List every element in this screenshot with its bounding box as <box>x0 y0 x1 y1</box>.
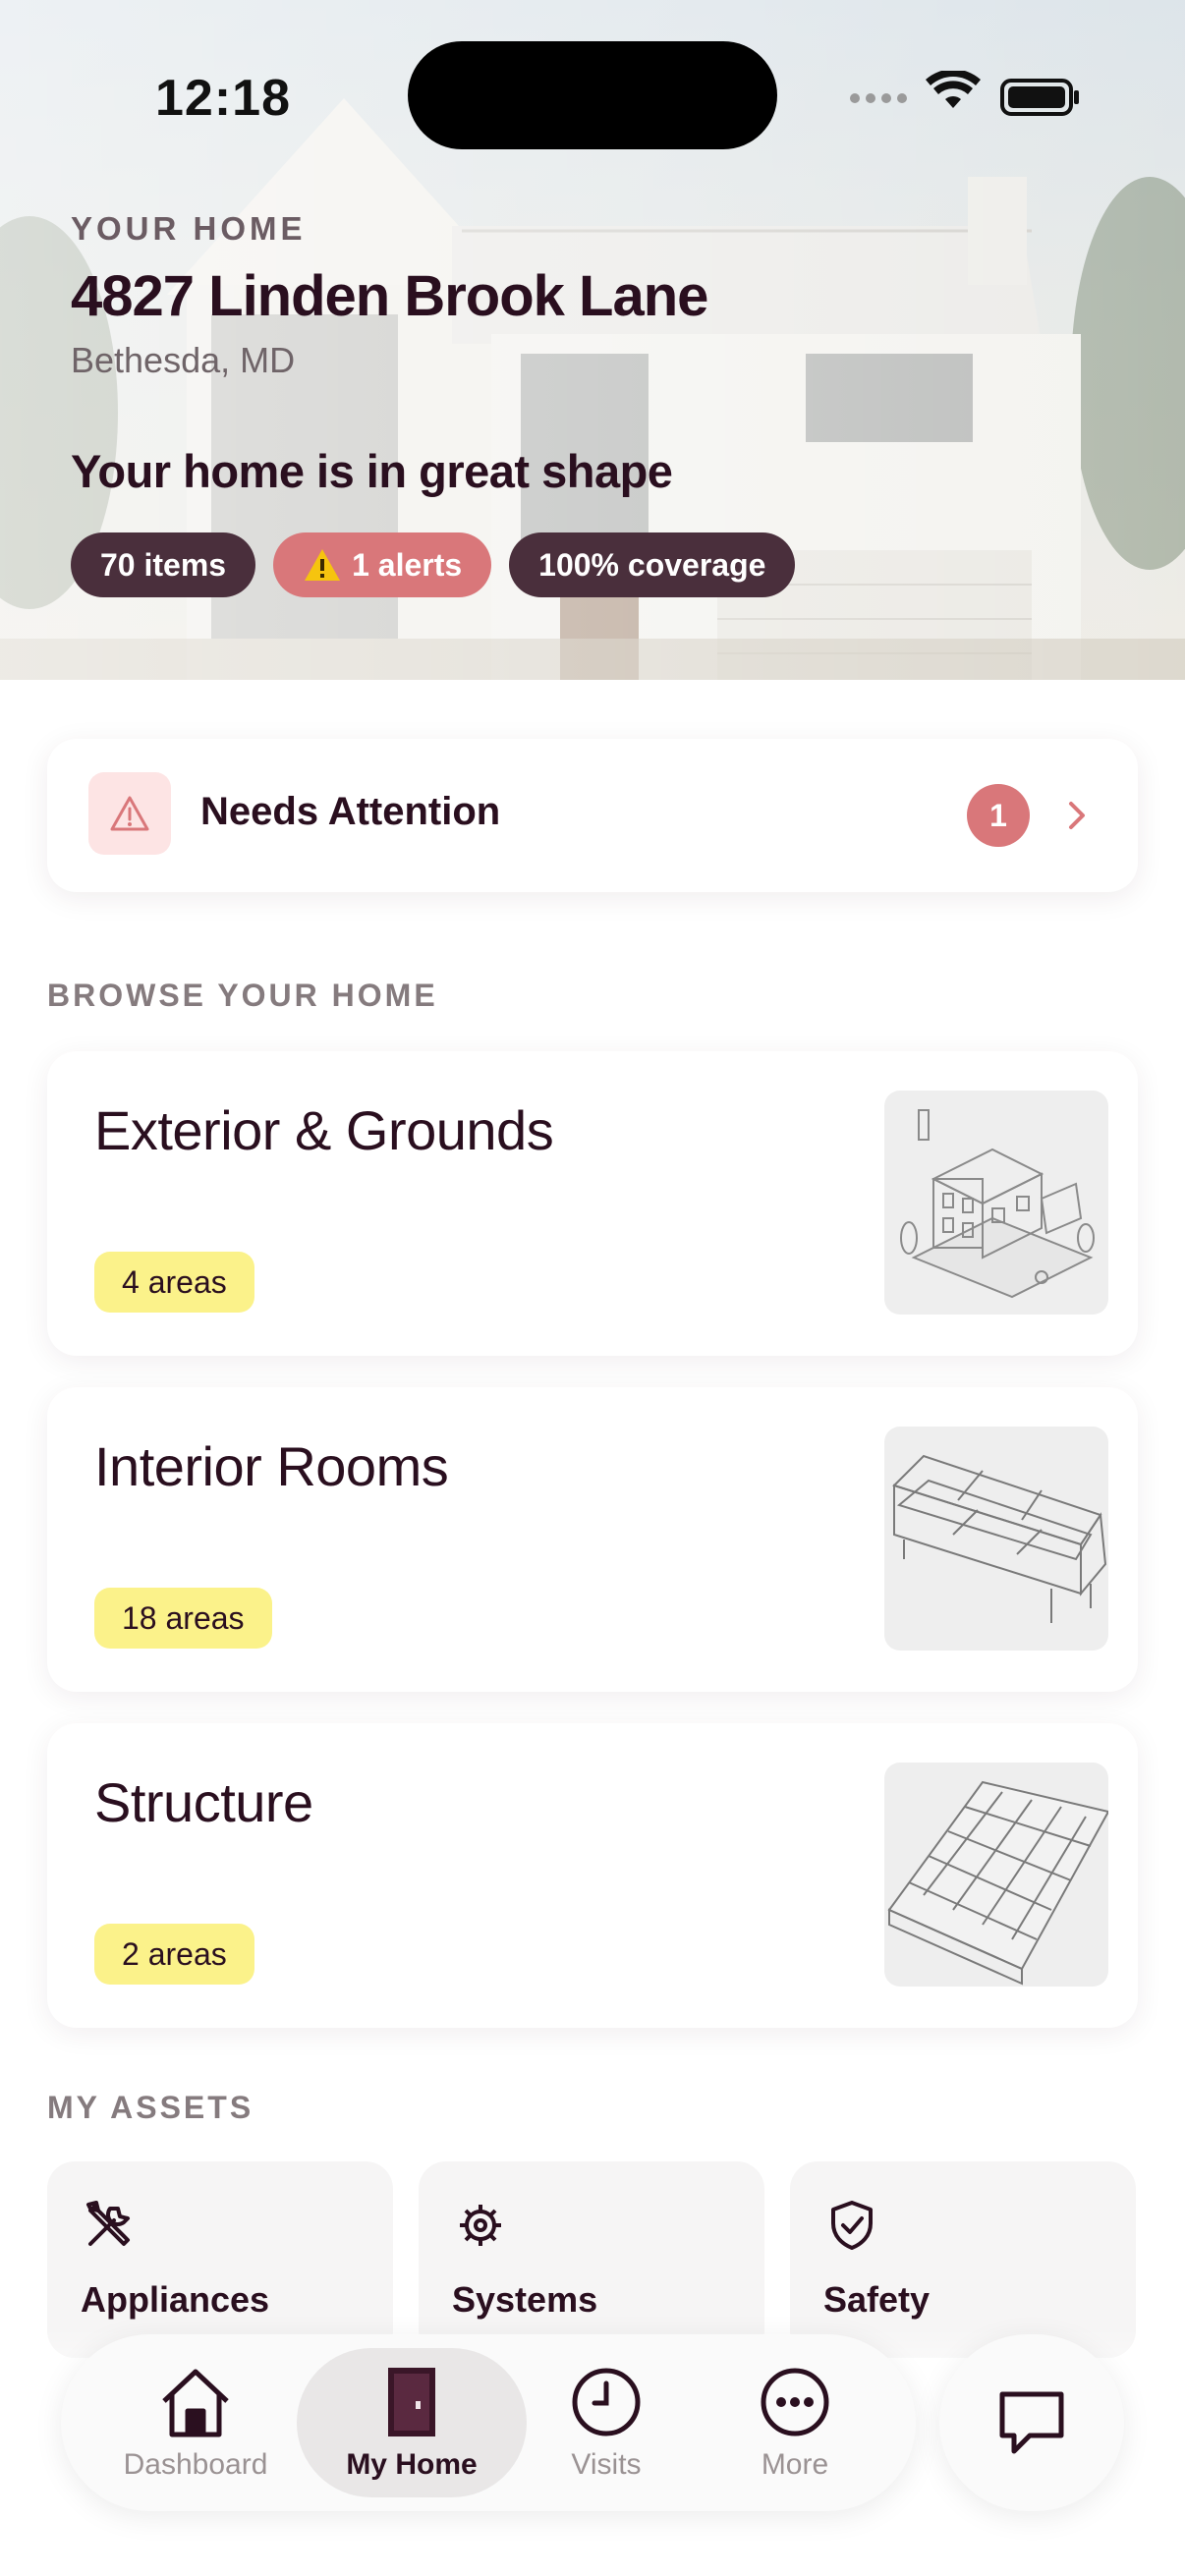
status-time: 12:18 <box>155 70 291 127</box>
wifi-icon <box>926 71 981 108</box>
chat-bubble-icon <box>999 2391 1064 2454</box>
nav-label: More <box>761 2448 829 2481</box>
browse-card-interior[interactable]: Interior Rooms 18 areas <box>47 1387 1138 1692</box>
home-location: Bethesda, MD <box>71 340 296 380</box>
asset-label: Safety <box>823 2279 931 2320</box>
bottom-nav: Dashboard My Home Visits More <box>61 2334 916 2511</box>
card-title: Interior Rooms <box>94 1435 449 1497</box>
areas-tag: 4 areas <box>94 1252 254 1313</box>
sofa-illustration <box>884 1427 1108 1651</box>
coverage-label: 100% coverage <box>538 546 766 583</box>
areas-tag: 2 areas <box>94 1924 254 1985</box>
gear-icon <box>460 2205 501 2246</box>
dynamic-island <box>408 41 777 149</box>
needs-attention-count-badge: 1 <box>967 784 1030 847</box>
needs-attention-label: Needs Attention <box>200 790 501 833</box>
card-title: Structure <box>94 1771 313 1833</box>
browse-section-title: BROWSE YOUR HOME <box>47 978 438 1013</box>
coverage-pill[interactable]: 100% coverage <box>509 532 796 597</box>
nav-label: My Home <box>346 2448 478 2481</box>
tools-icon <box>86 2201 130 2246</box>
chevron-right-icon <box>1069 802 1085 829</box>
nav-more[interactable]: More <box>680 2348 910 2497</box>
areas-tag: 18 areas <box>94 1588 272 1649</box>
signal-icon <box>850 93 907 103</box>
alerts-label: 1 alerts <box>352 546 463 583</box>
alerts-pill[interactable]: 1 alerts <box>273 532 492 597</box>
nav-dashboard[interactable]: Dashboard <box>81 2348 310 2497</box>
asset-label: Systems <box>452 2279 598 2320</box>
warning-icon <box>305 549 341 581</box>
status-icons <box>850 71 1079 116</box>
door-icon <box>388 2368 435 2436</box>
nav-label: Dashboard <box>123 2448 268 2481</box>
home-status-message: Your home is in great shape <box>71 445 673 497</box>
items-count-pill[interactable]: 70 items <box>71 532 256 597</box>
needs-attention-card[interactable]: Needs Attention 1 <box>47 739 1138 892</box>
shield-check-icon <box>831 2201 873 2250</box>
nav-label: Visits <box>571 2448 642 2481</box>
house-illustration <box>884 1091 1108 1315</box>
hero-eyebrow: YOUR HOME <box>71 210 307 247</box>
browse-card-structure[interactable]: Structure 2 areas <box>47 1723 1138 2028</box>
clock-icon <box>572 2368 641 2436</box>
asset-label: Appliances <box>81 2279 270 2320</box>
warning-triangle-icon <box>88 772 171 855</box>
browse-card-exterior[interactable]: Exterior & Grounds 4 areas <box>47 1051 1138 1356</box>
house-icon <box>162 2369 229 2437</box>
assets-section-title: MY ASSETS <box>47 2090 254 2125</box>
chat-button[interactable] <box>939 2334 1124 2511</box>
home-address: 4827 Linden Brook Lane <box>71 264 708 328</box>
card-title: Exterior & Grounds <box>94 1099 554 1161</box>
roof-shingles-illustration <box>884 1763 1108 1987</box>
battery-icon <box>1000 79 1079 116</box>
more-icon <box>761 2368 829 2436</box>
summary-pills: 70 items 1 alerts 100% coverage <box>71 532 796 597</box>
items-count-label: 70 items <box>100 546 227 583</box>
